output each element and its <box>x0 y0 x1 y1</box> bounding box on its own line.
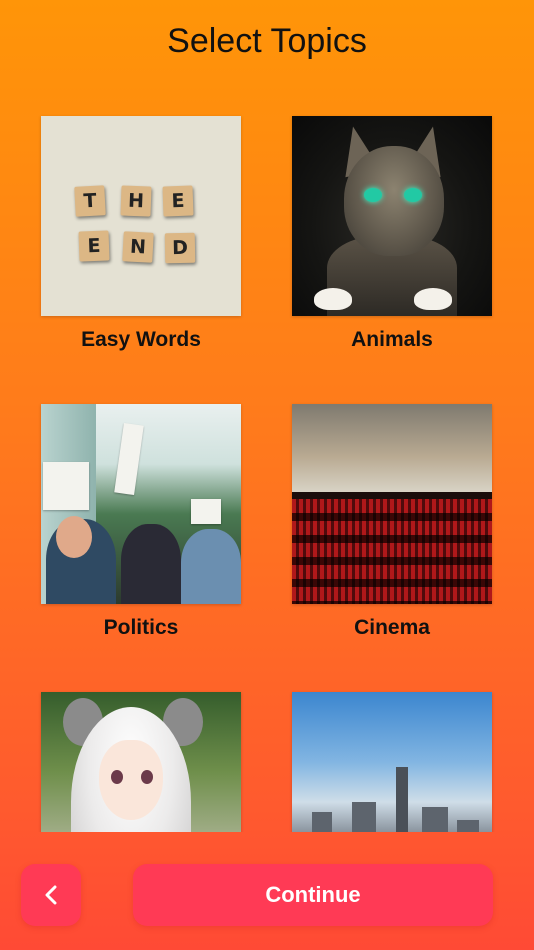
letter-tile: H <box>120 185 152 217</box>
letter-tile: N <box>122 231 154 263</box>
topic-label: Cinema <box>354 616 430 639</box>
topic-card-city[interactable] <box>292 692 492 832</box>
building <box>396 767 408 832</box>
protest-sign <box>43 462 89 510</box>
person <box>181 529 241 604</box>
letter-tile: E <box>162 185 194 217</box>
cat-paw <box>314 288 352 310</box>
cat-eye <box>364 188 382 202</box>
cat-eye <box>404 188 422 202</box>
topic-card-animals[interactable]: Animals <box>292 116 492 352</box>
topic-card-anime[interactable] <box>41 692 241 832</box>
topic-label: Animals <box>351 328 433 351</box>
anime-eye <box>141 770 153 784</box>
topic-card-cinema[interactable]: Cinema <box>292 404 492 640</box>
anime-face <box>99 740 163 820</box>
cinema-screen <box>292 404 492 492</box>
building <box>352 802 376 832</box>
building <box>422 807 448 832</box>
topic-image-animals <box>292 116 492 316</box>
topics-grid: T H E E N D Easy Words Animals Politics … <box>0 0 534 832</box>
topic-label: Politics <box>103 616 179 639</box>
topic-card-easy-words[interactable]: T H E E N D Easy Words <box>41 116 241 352</box>
cat-head <box>344 146 444 256</box>
topic-card-politics[interactable]: Politics <box>41 404 241 640</box>
topic-image-city <box>292 692 492 832</box>
cat-paw <box>414 288 452 310</box>
continue-button[interactable]: Continue <box>133 864 493 926</box>
topic-image-cinema <box>292 404 492 604</box>
letter-tile: E <box>78 230 110 262</box>
anime-eye <box>111 770 123 784</box>
building <box>457 820 479 832</box>
chevron-left-icon <box>21 884 81 906</box>
back-button[interactable] <box>21 864 81 926</box>
person-head <box>56 516 92 558</box>
protest-sign <box>114 422 144 496</box>
letter-tile: T <box>74 185 106 217</box>
topic-image-politics <box>41 404 241 604</box>
person <box>121 524 181 604</box>
topic-image-anime <box>41 692 241 832</box>
cinema-seats <box>292 499 492 604</box>
protest-sign <box>191 499 221 524</box>
letter-tile: D <box>164 232 196 264</box>
building <box>312 812 332 832</box>
topic-label: Easy Words <box>81 328 201 351</box>
topic-image-easy-words: T H E E N D <box>41 116 241 316</box>
